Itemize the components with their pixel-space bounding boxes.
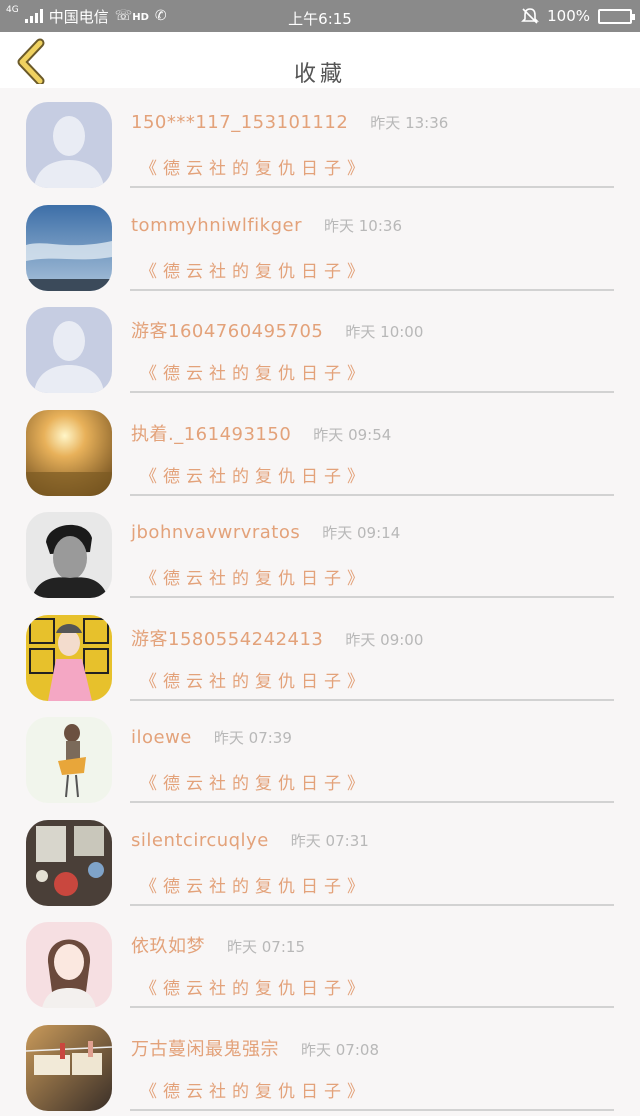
divider: [130, 698, 614, 701]
timestamp: 昨天 07:31: [290, 831, 369, 850]
divider: [130, 493, 614, 496]
battery-percent: 100%: [547, 7, 590, 25]
item-meta: 执着._161493150 昨天 09:54: [131, 420, 391, 446]
book-title[interactable]: 《德云社的复仇日子》: [140, 154, 370, 179]
timestamp: 昨天 07:08: [301, 1040, 379, 1059]
list-item[interactable]: 万古蔓闲最鬼强宗 昨天 07:08 《德云社的复仇日子》: [0, 1011, 640, 1114]
list-item[interactable]: tommyhniwlfikger 昨天 10:36 《德云社的复仇日子》: [0, 191, 640, 294]
man-portrait-icon: [26, 512, 112, 598]
book-title[interactable]: 《德云社的复仇日子》: [140, 872, 370, 897]
timestamp: 昨天 09:54: [313, 425, 392, 444]
avatar[interactable]: [26, 409, 112, 496]
item-meta: 万古蔓闲最鬼强宗 昨天 07:08: [131, 1035, 379, 1061]
avatar[interactable]: [26, 102, 112, 188]
book-title[interactable]: 《德云社的复仇日子》: [140, 667, 370, 692]
username[interactable]: 依玖如梦: [131, 932, 205, 958]
list-item[interactable]: 执着._161493150 昨天 09:54 《德云社的复仇日子》: [0, 396, 640, 499]
timestamp: 昨天 07:15: [227, 938, 305, 956]
sky-photo-icon: [26, 204, 112, 291]
default-avatar-icon: [26, 102, 112, 188]
title-bar: 收藏: [0, 32, 640, 88]
book-title[interactable]: 《德云社的复仇日子》: [140, 462, 370, 487]
avatar[interactable]: [26, 204, 112, 291]
divider: [130, 1108, 614, 1111]
avatar[interactable]: [26, 1024, 112, 1111]
book-title[interactable]: 《德云社的复仇日子》: [140, 257, 370, 282]
avatar[interactable]: [26, 307, 112, 393]
timestamp: 昨天 10:36: [324, 216, 402, 235]
username[interactable]: 执着._161493150: [131, 420, 291, 446]
username[interactable]: iloewe: [131, 727, 192, 748]
battery-icon: [598, 8, 635, 24]
username[interactable]: tommyhniwlfikger: [131, 215, 302, 236]
item-meta: iloewe 昨天 07:39: [131, 727, 292, 748]
timestamp: 昨天 07:39: [213, 729, 292, 747]
username[interactable]: 万古蔓闲最鬼强宗: [131, 1035, 279, 1061]
divider: [130, 596, 614, 598]
timestamp: 昨天 09:14: [322, 524, 401, 542]
divider: [130, 288, 614, 291]
book-title[interactable]: 《德云社的复仇日子》: [140, 769, 370, 794]
book-title[interactable]: 《德云社的复仇日子》: [140, 974, 370, 999]
favorites-list: 150***117_153101112 昨天 13:36 《德云社的复仇日子》 …: [0, 88, 640, 1113]
username[interactable]: jbohnvavwrvratos: [131, 522, 300, 543]
list-item[interactable]: 游客1580554242413 昨天 09:00 《德云社的复仇日子》: [0, 601, 640, 704]
item-meta: 依玖如梦 昨天 07:15: [131, 932, 305, 958]
book-title[interactable]: 《德云社的复仇日子》: [140, 1077, 370, 1102]
list-item[interactable]: 依玖如梦 昨天 07:15 《德云社的复仇日子》: [0, 908, 640, 1011]
avatar[interactable]: [26, 717, 112, 803]
timestamp: 昨天 10:00: [345, 323, 424, 341]
book-title[interactable]: 《德云社的复仇日子》: [140, 564, 370, 589]
divider: [130, 391, 614, 393]
avatar[interactable]: [26, 922, 112, 1008]
item-meta: jbohnvavwrvratos 昨天 09:14: [131, 522, 400, 543]
timestamp: 昨天 13:36: [370, 114, 449, 132]
opera-girl-icon: [26, 614, 112, 701]
love-clip-photo-icon: [26, 1024, 112, 1111]
list-item[interactable]: 游客1604760495705 昨天 10:00 《德云社的复仇日子》: [0, 293, 640, 396]
item-meta: 游客1604760495705 昨天 10:00: [131, 317, 423, 343]
book-title[interactable]: 《德云社的复仇日子》: [140, 359, 370, 384]
divider: [130, 801, 614, 803]
sketch-girl-icon: [26, 717, 112, 803]
username[interactable]: 150***117_153101112: [131, 112, 348, 133]
item-meta: tommyhniwlfikger 昨天 10:36: [131, 215, 402, 236]
list-item[interactable]: iloewe 昨天 07:39 《德云社的复仇日子》: [0, 703, 640, 806]
username[interactable]: 游客1604760495705: [131, 317, 323, 343]
status-right: 100%: [521, 0, 635, 32]
item-meta: 150***117_153101112 昨天 13:36: [131, 112, 448, 133]
status-bar: 4G 中国电信 ☏HD ✆ 上午6:15 100%: [0, 0, 640, 32]
divider: [130, 903, 614, 906]
page-title: 收藏: [293, 62, 346, 87]
default-avatar-icon: [26, 307, 112, 393]
bell-mute-icon: [521, 8, 540, 24]
list-item[interactable]: jbohnvavwrvratos 昨天 09:14 《德云社的复仇日子》: [0, 498, 640, 601]
avatar[interactable]: [26, 614, 112, 701]
item-meta: silentcircuqlye 昨天 07:31: [131, 830, 369, 851]
ornaments-photo-icon: [26, 819, 112, 906]
timestamp: 昨天 09:00: [345, 630, 424, 649]
avatar[interactable]: [26, 512, 112, 598]
list-item[interactable]: 150***117_153101112 昨天 13:36 《德云社的复仇日子》: [0, 88, 640, 191]
anime-girl-icon: [26, 922, 112, 1008]
list-item[interactable]: silentcircuqlye 昨天 07:31 《德云社的复仇日子》: [0, 806, 640, 909]
divider: [130, 1006, 614, 1008]
username[interactable]: 游客1580554242413: [131, 625, 323, 651]
username[interactable]: silentcircuqlye: [131, 830, 269, 851]
item-meta: 游客1580554242413 昨天 09:00: [131, 625, 423, 651]
divider: [130, 186, 614, 188]
sunset-photo-icon: [26, 409, 112, 496]
avatar[interactable]: [26, 819, 112, 906]
